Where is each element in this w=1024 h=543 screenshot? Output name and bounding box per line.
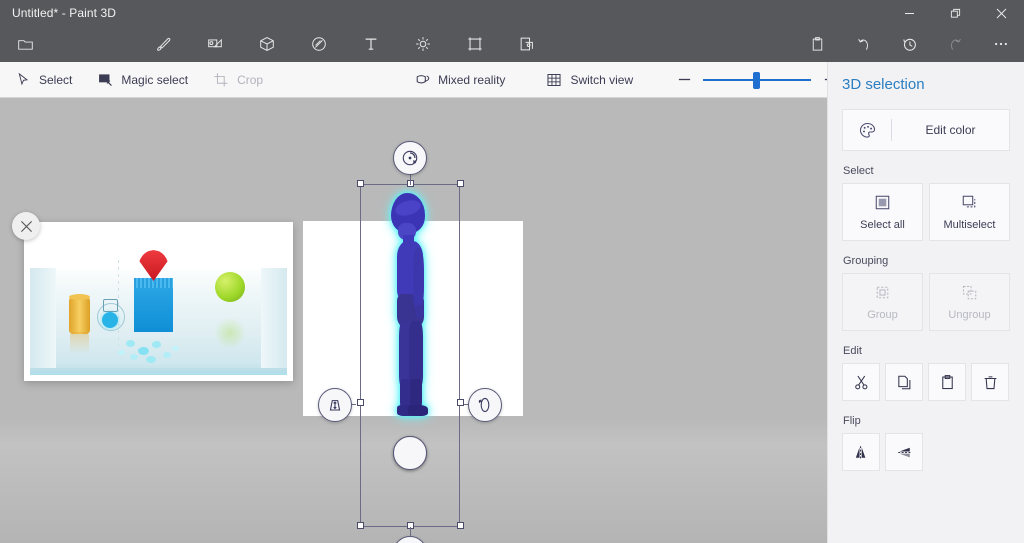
zoom-out-button[interactable] (671, 67, 697, 93)
handle-bottom-right[interactable] (457, 522, 464, 529)
title-bar: Untitled* - Paint 3D (0, 0, 1024, 26)
grouping-section-heading: Grouping (843, 255, 1010, 267)
select-tool[interactable]: Select (4, 65, 82, 95)
select-all-icon (874, 194, 891, 214)
paste-button[interactable] (928, 363, 966, 401)
edit-color-label: Edit color (892, 123, 1009, 137)
tool-group (146, 29, 544, 59)
handle-middle-right[interactable] (457, 399, 464, 406)
move-depth-gizmo[interactable] (318, 388, 352, 422)
switch-view-tool[interactable]: Switch view (535, 65, 643, 95)
undo-icon[interactable] (846, 29, 880, 59)
cut-button[interactable] (842, 363, 880, 401)
flip-vertical-button[interactable] (885, 433, 923, 471)
palette-icon (843, 121, 891, 140)
group-label: Group (867, 309, 898, 321)
canvas-workspace[interactable] (0, 98, 827, 543)
ungroup-label: Ungroup (948, 309, 990, 321)
select-button-row: Select all Multiselect (842, 183, 1010, 241)
thumb-cube-blue (134, 284, 173, 332)
flip-horizontal-button[interactable] (842, 433, 880, 471)
group-icon (874, 284, 891, 304)
more-options-icon[interactable] (984, 29, 1018, 59)
shapes-3d-icon[interactable] (250, 29, 284, 59)
rotate-3d-gizmo[interactable] (393, 141, 427, 175)
flip-section-heading: Flip (843, 415, 1010, 427)
magic-select-icon (96, 71, 114, 89)
mixed-reality-icon (413, 71, 431, 89)
ungroup-icon (961, 284, 978, 304)
close-button[interactable] (978, 0, 1024, 26)
multiselect-label: Multiselect (944, 219, 996, 231)
scene-thumbnail-panel[interactable] (24, 222, 293, 381)
shapes-2d-icon[interactable] (198, 29, 232, 59)
magic-select-label: Magic select (121, 73, 188, 87)
group-button[interactable]: Group (842, 273, 923, 331)
thumb-cylinder-yellow (69, 296, 90, 334)
text-icon[interactable] (354, 29, 388, 59)
maximize-button[interactable] (932, 0, 978, 26)
zoom-slider-thumb[interactable] (753, 72, 760, 89)
rotate-yaw-gizmo-placeholder (393, 436, 427, 470)
properties-panel: 3D selection Edit color Select Sele (827, 62, 1024, 543)
grid-icon (545, 71, 563, 89)
effects-icon[interactable] (406, 29, 440, 59)
panel-title: 3D selection (842, 76, 1010, 93)
cursor-icon (14, 71, 32, 89)
minimize-button[interactable] (886, 0, 932, 26)
menu-folder-icon[interactable] (8, 29, 42, 59)
library-3d-icon[interactable] (510, 29, 544, 59)
thumb-cone-red (138, 250, 169, 281)
thumb-sphere-green (215, 272, 245, 302)
select-all-button[interactable]: Select all (842, 183, 923, 241)
history-icon[interactable] (892, 29, 926, 59)
crop-icon (212, 71, 230, 89)
multiselect-button[interactable]: Multiselect (929, 183, 1010, 241)
delete-button[interactable] (971, 363, 1009, 401)
ungroup-button[interactable]: Ungroup (929, 273, 1010, 331)
edit-button-row (842, 363, 1010, 401)
thumbnail-scene (30, 228, 287, 375)
handle-top-left[interactable] (357, 180, 364, 187)
close-thumbnail-button[interactable] (12, 212, 40, 240)
mixed-reality-tool[interactable]: Mixed reality (403, 65, 515, 95)
grouping-button-row: Group Ungroup (842, 273, 1010, 331)
edit-color-button[interactable]: Edit color (842, 109, 1010, 151)
magic-select-tool[interactable]: Magic select (86, 65, 198, 95)
selection-bounding-box (360, 184, 460, 527)
mixed-reality-label: Mixed reality (438, 73, 505, 87)
crop-label: Crop (237, 73, 263, 87)
crop-tool[interactable]: Crop (202, 65, 273, 95)
rotate-yaw-gizmo[interactable] (393, 536, 427, 543)
switch-view-label: Switch view (570, 73, 633, 87)
select-tool-label: Select (39, 73, 72, 87)
paint3d-window: Untitled* - Paint 3D (0, 0, 1024, 543)
gizmo-stem-top (410, 174, 411, 185)
toolbar-right-group (800, 29, 1024, 59)
main-toolbar (0, 26, 1024, 62)
handle-top-right[interactable] (457, 180, 464, 187)
rotate-roll-gizmo[interactable] (468, 388, 502, 422)
art-tools-icon[interactable] (146, 29, 180, 59)
multiselect-icon (961, 194, 978, 214)
select-section-heading: Select (843, 165, 1010, 177)
paste-icon[interactable] (800, 29, 834, 59)
window-controls (886, 0, 1024, 26)
handle-middle-left[interactable] (357, 399, 364, 406)
window-title: Untitled* - Paint 3D (12, 6, 116, 20)
select-all-label: Select all (860, 219, 905, 231)
zoom-slider[interactable] (703, 69, 811, 91)
handle-bottom-left[interactable] (357, 522, 364, 529)
copy-button[interactable] (885, 363, 923, 401)
flip-button-row (842, 433, 1010, 471)
canvas-icon[interactable] (458, 29, 492, 59)
redo-icon[interactable] (938, 29, 972, 59)
stickers-icon[interactable] (302, 29, 336, 59)
edit-section-heading: Edit (843, 345, 1010, 357)
